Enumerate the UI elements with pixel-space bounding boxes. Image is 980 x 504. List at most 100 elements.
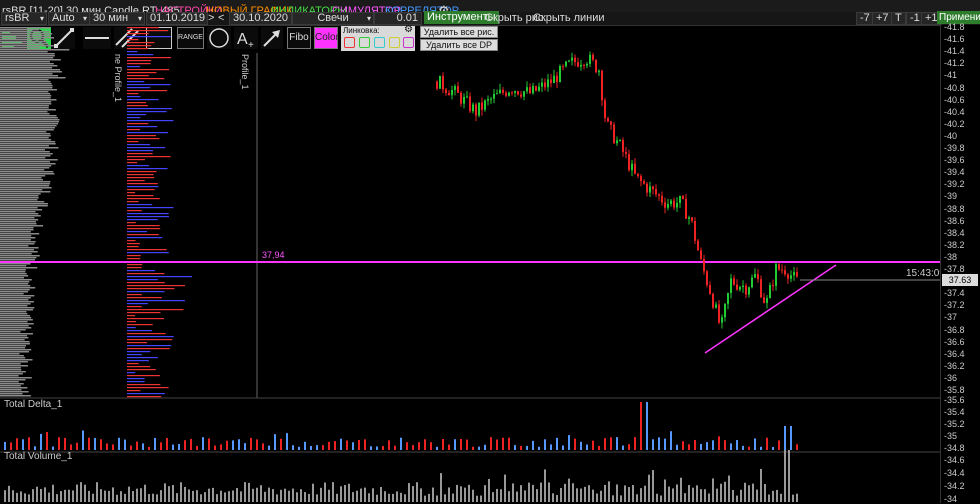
profile-bar bbox=[0, 253, 32, 255]
profile-bar bbox=[0, 347, 26, 349]
nav-prev-button[interactable]: > bbox=[208, 12, 214, 24]
chart-type-select[interactable]: Свечи ▾ bbox=[292, 12, 374, 25]
price-tick: -40.4 bbox=[944, 106, 965, 117]
delta-tick: -35 bbox=[944, 431, 958, 441]
volume-bar bbox=[172, 485, 174, 502]
price-tick: -39.2 bbox=[944, 179, 965, 190]
profile-bar bbox=[0, 143, 56, 145]
volume-bar bbox=[88, 490, 90, 502]
delta-bar bbox=[4, 441, 6, 450]
price-tick: -39.8 bbox=[944, 143, 965, 153]
candle-body bbox=[676, 202, 678, 208]
volume-bar bbox=[696, 485, 698, 502]
profile-bar bbox=[0, 307, 35, 309]
profile-bar bbox=[0, 171, 54, 173]
hide-lines-button[interactable]: Скрыть линии bbox=[533, 12, 605, 24]
zoom-plus7-button[interactable]: +7 bbox=[872, 12, 893, 25]
profile-bar bbox=[0, 237, 36, 239]
profile-bar bbox=[127, 324, 153, 326]
profile-bar bbox=[0, 315, 31, 317]
profile-bar bbox=[0, 247, 39, 249]
profile-bar bbox=[127, 45, 152, 47]
delta-bar bbox=[736, 440, 738, 450]
price-chart[interactable] bbox=[0, 25, 940, 503]
volume-bar bbox=[320, 487, 322, 502]
profile-bar bbox=[0, 77, 66, 79]
candle-body bbox=[646, 183, 648, 193]
profile-bar bbox=[127, 105, 148, 107]
date-to-field[interactable]: 30.10.2020 bbox=[229, 12, 292, 25]
profile-bar bbox=[0, 161, 50, 163]
delta-bar bbox=[298, 446, 300, 450]
volume-bar bbox=[428, 493, 430, 502]
volume-bar bbox=[536, 489, 538, 502]
profile-bar bbox=[127, 123, 149, 125]
profile-bar bbox=[0, 85, 53, 87]
candle-body bbox=[739, 286, 741, 290]
volume-bar bbox=[68, 489, 70, 502]
profile-bar bbox=[127, 381, 145, 383]
delta-bar bbox=[610, 437, 612, 450]
volume-bar bbox=[756, 489, 758, 502]
profile-bar bbox=[0, 81, 51, 83]
chevron-down-icon: ▾ bbox=[39, 14, 44, 23]
profile-bar bbox=[0, 57, 54, 59]
volume-bar bbox=[184, 486, 186, 502]
profile-bar bbox=[0, 119, 60, 121]
volume-bar bbox=[564, 483, 566, 502]
timeframe-select[interactable]: 30 мин ▾ bbox=[89, 12, 145, 25]
price-tick: -38.8 bbox=[944, 203, 965, 214]
candle-body bbox=[790, 275, 792, 279]
profile-bar bbox=[0, 125, 57, 127]
profile-bar bbox=[127, 159, 145, 161]
candles bbox=[436, 51, 798, 329]
volume-bar bbox=[444, 494, 446, 502]
candle-body bbox=[505, 92, 507, 96]
profile-bar bbox=[0, 165, 52, 167]
nav-next-button[interactable]: < bbox=[218, 12, 224, 24]
volume-bar bbox=[356, 490, 358, 502]
candle-body bbox=[529, 87, 531, 94]
candle-body bbox=[733, 278, 735, 285]
profile-bar bbox=[0, 67, 53, 69]
volume-bar bbox=[648, 474, 650, 502]
step-field[interactable]: 0.01 bbox=[374, 12, 422, 25]
volume-bar bbox=[452, 493, 454, 502]
profile-bar bbox=[127, 66, 141, 68]
volume-bar bbox=[384, 491, 386, 502]
volume-bar bbox=[36, 486, 38, 502]
volume-bar bbox=[400, 492, 402, 502]
profile-bar bbox=[127, 339, 173, 341]
profile-bar bbox=[0, 383, 24, 385]
candle-body bbox=[691, 217, 693, 221]
chevron-down-icon: ▾ bbox=[366, 14, 371, 23]
volume-bar bbox=[284, 488, 286, 502]
date-from-field[interactable]: 01.10.2019 bbox=[146, 12, 208, 25]
profile-bar bbox=[127, 243, 140, 245]
candle-body bbox=[637, 173, 639, 177]
symbol-select[interactable]: rsBR ▾ bbox=[1, 12, 47, 25]
t-button[interactable]: T bbox=[891, 12, 906, 25]
timeframe-value: 30 мин bbox=[93, 12, 129, 24]
profile-bar bbox=[127, 27, 159, 29]
volume-bar bbox=[340, 486, 342, 502]
candle-body bbox=[694, 220, 696, 241]
profile-bar bbox=[0, 379, 26, 381]
volume-bar bbox=[672, 488, 674, 502]
delta-bar bbox=[226, 440, 228, 450]
profile-bar bbox=[127, 306, 142, 308]
volume-bar bbox=[368, 493, 370, 502]
delta-bar bbox=[232, 440, 234, 450]
profile-bar bbox=[127, 354, 142, 356]
volume-bar bbox=[420, 488, 422, 502]
volume-bar bbox=[496, 488, 498, 502]
delta-bar bbox=[430, 442, 432, 450]
delta-bar bbox=[316, 445, 318, 450]
volume-bar bbox=[376, 494, 378, 502]
volume-bar bbox=[720, 483, 722, 502]
profile-bar bbox=[0, 273, 27, 275]
scale-select[interactable]: Auto ▾ bbox=[48, 12, 90, 25]
delta-panel-title: Total Delta_1 bbox=[4, 399, 63, 410]
date-from-value: 01.10.2019 bbox=[150, 12, 206, 24]
volume-bar bbox=[176, 493, 178, 502]
